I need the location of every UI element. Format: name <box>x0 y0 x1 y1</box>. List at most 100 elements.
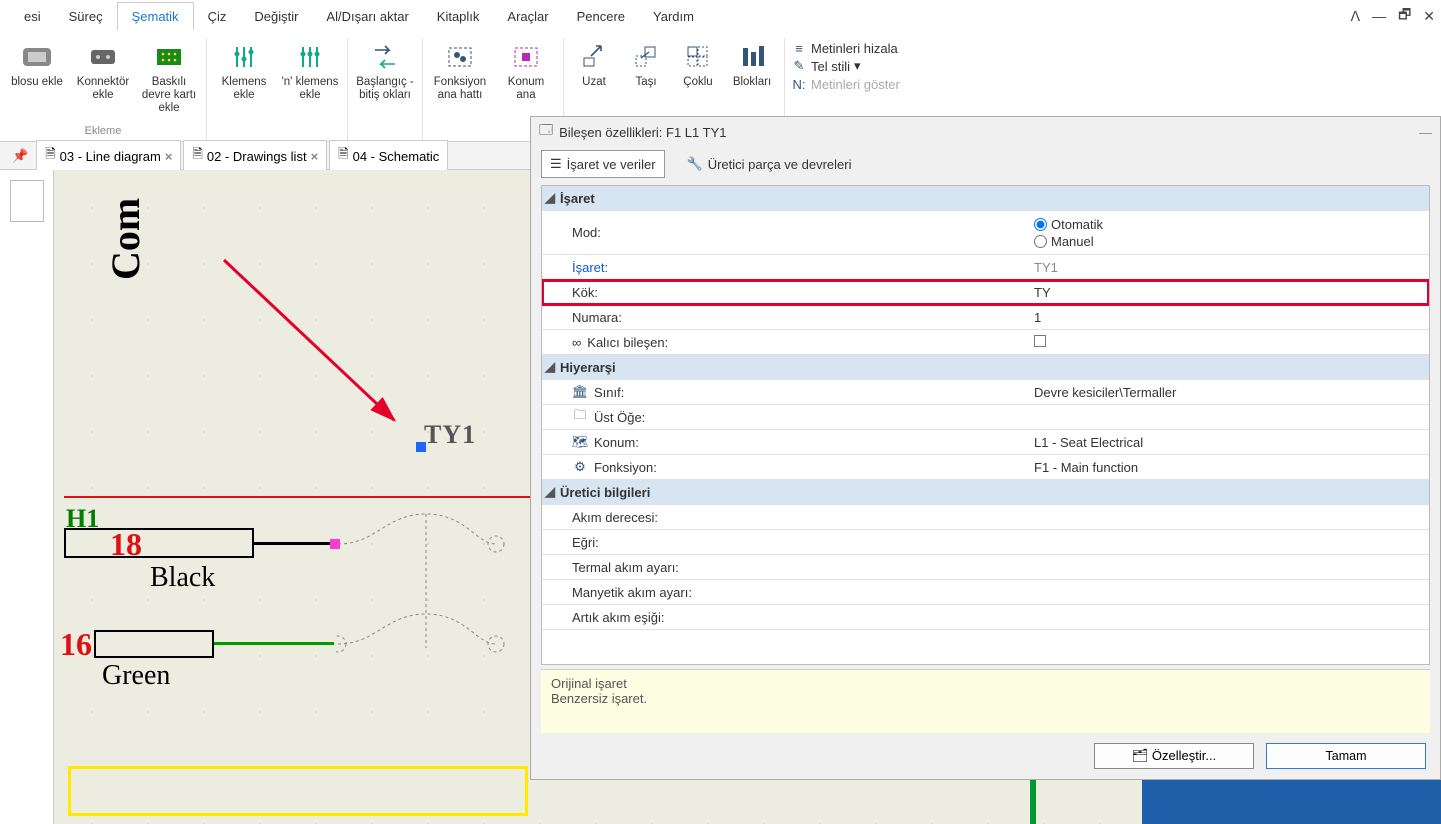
chevron-down-icon: ▾ <box>854 58 861 74</box>
prop-row[interactable]: Termal akım ayarı: <box>542 555 1429 580</box>
menu-tab[interactable]: esi <box>10 3 55 30</box>
ribbon-btn[interactable]: Baskılı devre kartı ekle <box>138 38 200 118</box>
dialog-buttons: 🗂 Özelleştir... Tamam <box>531 733 1440 779</box>
ribbon-btn[interactable]: Başlangıç - bitiş okları <box>354 38 416 104</box>
pcb-icon <box>152 40 186 74</box>
collapse-icon[interactable]: ◢ <box>542 484 558 500</box>
terminal-box[interactable] <box>64 528 254 558</box>
ok-button[interactable]: Tamam <box>1266 743 1426 769</box>
list-icon: ☰ <box>550 156 562 172</box>
wire-style-dropdown[interactable]: ✎Tel stili▾ <box>791 58 900 74</box>
property-grid[interactable]: ◢İşaret Mod: Otomatik Manuel İşaret:TY1 … <box>541 185 1430 665</box>
menu-tab[interactable]: Pencere <box>563 3 639 30</box>
prop-row-fonksiyon[interactable]: ⚙Fonksiyon:F1 - Main function <box>542 455 1429 480</box>
section-header[interactable]: ◢Üretici bilgileri <box>542 480 1429 505</box>
customize-icon: 🗂 <box>1132 748 1152 763</box>
tablosu-icon <box>20 40 54 74</box>
close-icon[interactable]: ✕ <box>1417 8 1441 25</box>
ribbon-group: Başlangıç - bitiş okları <box>348 38 423 141</box>
menu-tab[interactable]: Yardım <box>639 3 708 30</box>
mod-radio-group[interactable]: Otomatik Manuel <box>1034 217 1429 249</box>
radio-auto[interactable] <box>1034 218 1047 231</box>
ribbon-mini-panel: ≡Metinleri hizala ✎Tel stili▾ N:Metinler… <box>785 38 906 94</box>
color-label-black: Black <box>150 562 215 594</box>
document-tab[interactable]: 🗎04 - Schematic <box>329 140 448 171</box>
dialog-tab-manufacturer[interactable]: 🔧Üretici parça ve devreleri <box>679 151 860 177</box>
terminal-box[interactable] <box>94 630 214 658</box>
move-icon <box>629 40 663 74</box>
menu-tab-active[interactable]: Şematik <box>117 2 194 30</box>
prop-row-isaret[interactable]: İşaret:TY1 <box>542 255 1429 280</box>
section-header[interactable]: ◢İşaret <box>542 186 1429 211</box>
prop-row[interactable]: Artık akım eşiği: <box>542 605 1429 630</box>
location-icon: 🗺 <box>572 434 588 450</box>
checkbox-kalici[interactable] <box>1034 335 1046 347</box>
dialog-tab-mark-data[interactable]: ☰İşaret ve veriler <box>541 150 665 178</box>
restore-icon[interactable]: 🗗 <box>1392 4 1417 28</box>
dialog-titlebar[interactable]: 🗔 Bileşen özellikleri: F1 L1 TY1 — <box>531 117 1440 147</box>
dialog-minimize-icon[interactable]: — <box>1419 125 1432 140</box>
minimize-icon[interactable]: — <box>1366 8 1392 24</box>
pin-icon[interactable]: 📌 <box>6 148 34 164</box>
prop-row-sinif[interactable]: 🏛Sınıf:Devre kesiciler\Termaller <box>542 380 1429 405</box>
radio-manual[interactable] <box>1034 235 1047 248</box>
ribbon-btn[interactable]: blosu ekle <box>6 38 68 118</box>
collapse-icon[interactable]: ◢ <box>542 359 558 375</box>
prop-row[interactable]: Eğri: <box>542 530 1429 555</box>
wire-number-16: 16 <box>60 626 92 663</box>
ribbon-btn[interactable]: Çoklu <box>674 38 722 91</box>
doc-icon: 🗎 <box>45 145 55 167</box>
align-texts-button[interactable]: ≡Metinleri hizala <box>791 40 900 56</box>
ribbon-btn[interactable]: Konnektör ekle <box>72 38 134 118</box>
page-thumbnail[interactable] <box>10 180 44 222</box>
doc-icon: 🗎 <box>192 145 202 167</box>
selection-handle[interactable] <box>416 442 426 452</box>
ribbon-btn[interactable]: Fonksiyon ana hattı <box>429 38 491 104</box>
dialog-title: Bileşen özellikleri: F1 L1 TY1 <box>559 125 726 140</box>
prop-row[interactable]: Akım derecesi: <box>542 505 1429 530</box>
document-tab[interactable]: 🗎03 - Line diagram× <box>36 140 181 171</box>
arrows-icon <box>368 40 402 74</box>
info-line: Orijinal işaret <box>551 676 1420 691</box>
menu-tab[interactable]: Çiz <box>194 3 241 30</box>
thumbnail-panel <box>0 170 54 824</box>
prop-row-numara[interactable]: Numara:1 <box>542 305 1429 330</box>
prop-row-konum[interactable]: 🗺Konum:L1 - Seat Electrical <box>542 430 1429 455</box>
ribbon-group: Klemens ekle 'n' klemens ekle <box>207 38 348 141</box>
collapse-icon[interactable]: ◢ <box>542 190 558 206</box>
ribbon-btn[interactable]: Konum ana <box>495 38 557 104</box>
ribbon-group-label: Ekleme <box>85 125 122 137</box>
component-label-ty1[interactable]: TY1 <box>424 420 476 450</box>
terminal-icon <box>227 40 261 74</box>
show-text-icon: N: <box>791 76 807 92</box>
dialog-tabs: ☰İşaret ve veriler 🔧Üretici parça ve dev… <box>531 147 1440 181</box>
menu-tab[interactable]: Süreç <box>55 3 117 30</box>
section-header[interactable]: ◢Hiyerarşi <box>542 355 1429 380</box>
show-texts-dropdown[interactable]: N:Metinleri göster <box>791 76 900 92</box>
menu-tab[interactable]: Araçlar <box>493 3 562 30</box>
location-outline-icon <box>509 40 543 74</box>
align-blocks-icon <box>735 40 769 74</box>
customize-button[interactable]: 🗂 Özelleştir... <box>1094 743 1254 769</box>
prop-row-kok[interactable]: Kök:TY <box>542 280 1429 305</box>
prop-row[interactable]: Manyetik akım ayarı: <box>542 580 1429 605</box>
close-tab-icon[interactable]: × <box>165 149 173 164</box>
close-tab-icon[interactable]: × <box>311 149 319 164</box>
menu-tab[interactable]: Değiştir <box>240 3 312 30</box>
align-text-icon: ≡ <box>791 40 807 56</box>
doc-icon: 🗎 <box>338 145 348 167</box>
wrench-icon: 🔧 <box>687 156 703 172</box>
ribbon-btn[interactable]: Taşı <box>622 38 670 91</box>
document-tab[interactable]: 🗎02 - Drawings list× <box>183 140 327 171</box>
menu-tab[interactable]: Kitaplık <box>423 3 494 30</box>
collapse-ribbon-icon[interactable]: ᐱ <box>1345 8 1367 25</box>
red-wire <box>64 496 534 498</box>
ribbon-btn[interactable]: Klemens ekle <box>213 38 275 104</box>
prop-row-ust[interactable]: 🗀Üst Öğe: <box>542 405 1429 430</box>
menu-tab[interactable]: Al/Dışarı aktar <box>312 3 422 30</box>
dashed-path <box>336 508 536 668</box>
ribbon-btn[interactable]: 'n' klemens ekle <box>279 38 341 104</box>
ribbon-btn[interactable]: Uzat <box>570 38 618 91</box>
ribbon-btn[interactable]: Blokları <box>726 38 778 91</box>
prop-row-kalici[interactable]: ∞Kalıcı bileşen: <box>542 330 1429 355</box>
